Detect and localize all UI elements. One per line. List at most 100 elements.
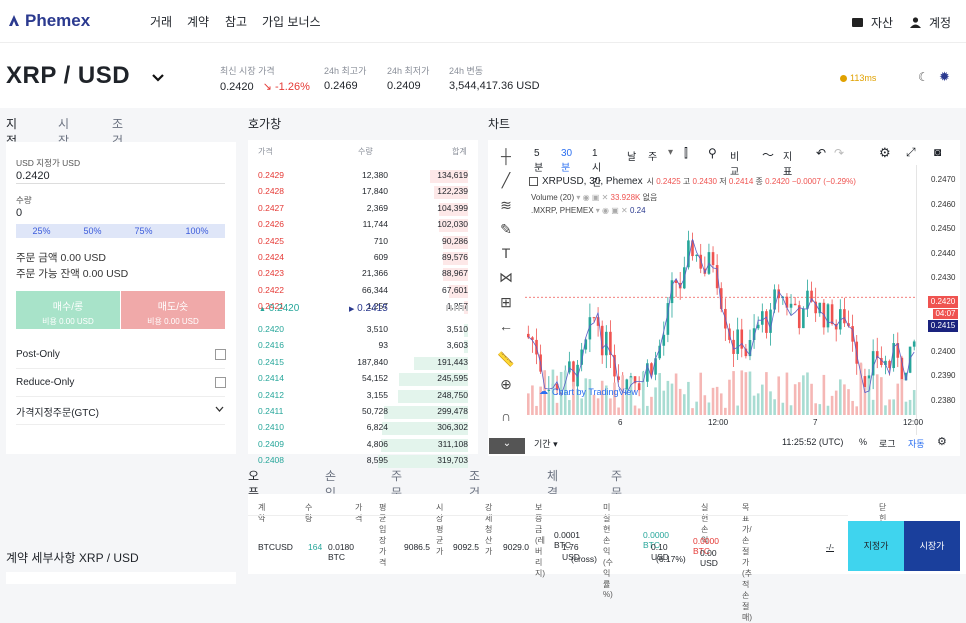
orderbook-row[interactable]: 0.2414 54,152 245,595 [258, 373, 468, 386]
volume-bar [806, 372, 809, 415]
volume-bar [678, 388, 682, 415]
crosshair-icon[interactable]: ┼ [497, 148, 515, 166]
interval-week[interactable]: 주 [648, 148, 657, 163]
collapse-legend-icon[interactable] [529, 177, 538, 186]
volume-bar [724, 407, 727, 415]
zoom-in-icon[interactable]: ⊕ [497, 376, 515, 394]
redo-icon[interactable]: ↷ [834, 146, 844, 160]
nav-assets[interactable]: 자산 [852, 14, 893, 31]
collapse-tools-icon[interactable]: ⌄ [489, 438, 525, 454]
phemex-logo[interactable]: Phemex [6, 11, 90, 31]
orderbook-row[interactable]: 0.2426 11,744 102,030 [258, 219, 468, 232]
volume-bar [728, 379, 731, 415]
orderbook-row[interactable]: 0.2416 93 3,603 [258, 340, 468, 353]
orderbook-row[interactable]: 0.2411 50,728 299,478 [258, 406, 468, 419]
measure-icon[interactable]: ⊞ [497, 294, 515, 312]
ob-total: 104,399 [437, 202, 468, 213]
sell-short-button[interactable]: 매도/숏 비용 0.00 USD [121, 291, 225, 329]
orderbook-row[interactable]: 0.2412 3,155 248,750 [258, 390, 468, 403]
chart-legend: XRPUSD, 30, Phemex 시 0.2425 고 0.2430 저 0… [529, 176, 856, 187]
close-market-button[interactable]: 시장가 [904, 521, 960, 571]
undo-icon[interactable]: ↶ [816, 146, 826, 160]
ob-header-qty: 수량 [358, 147, 373, 156]
compare-icon[interactable]: ⚲ [708, 146, 717, 160]
orderbook-row[interactable]: 0.2423 21,366 88,967 [258, 268, 468, 281]
nav-bonus[interactable]: 가입 보너스 [262, 13, 321, 30]
ob-qty: 50,728 [362, 406, 388, 416]
price-input[interactable]: 0.2420 [16, 170, 50, 182]
brush-icon[interactable]: ✎ [497, 221, 515, 239]
nav-account[interactable]: 계정 [910, 14, 951, 31]
volume-legend-label: Volume (20) [531, 193, 575, 202]
volume-bar [670, 383, 674, 415]
tradingview-watermark[interactable]: ☁ Chart by TradingView [539, 386, 638, 397]
text-icon[interactable]: T [497, 245, 515, 263]
arrow-left-icon[interactable]: ← [497, 318, 515, 336]
range-label: 기간 [534, 439, 551, 449]
volume-bar [802, 375, 805, 415]
ob-total: 88,967 [442, 268, 468, 279]
orderbook-row[interactable]: 0.2410 6,824 306,302 [258, 422, 468, 435]
magnet-icon[interactable]: ∩ [497, 408, 515, 426]
chevron-down-icon[interactable]: ▾ [668, 147, 673, 158]
fullscreen-icon[interactable]: ⤢ [906, 145, 916, 160]
orderbook-row[interactable]: 0.2424 609 89,576 [258, 252, 468, 265]
gear-icon[interactable]: ⚙ [879, 145, 891, 161]
orderbook-row[interactable]: 0.2425 710 90,286 [258, 236, 468, 249]
nav-reference[interactable]: 참고 [225, 13, 247, 30]
ob-qty: 4,806 [366, 438, 388, 449]
buy-long-button[interactable]: 매수/롱 비용 0.00 USD [16, 291, 120, 329]
percent-scale-toggle[interactable]: % [859, 437, 867, 447]
orderbook-row[interactable]: 0.2422 66,344 67,601 [258, 285, 468, 298]
tif-select[interactable]: 가격지정주문(GTC) [16, 404, 99, 419]
cell-liq: 9029.0 [503, 542, 529, 552]
qty-input[interactable]: 0 [16, 207, 22, 219]
pattern-icon[interactable]: ⋈ [497, 269, 515, 287]
chevron-down-icon[interactable] [215, 406, 224, 413]
sun-icon[interactable]: ✹ [939, 69, 950, 85]
volume-bar [855, 406, 859, 415]
candle [793, 303, 797, 306]
x-tick: 7 [813, 418, 818, 427]
fib-icon[interactable]: ≋ [497, 197, 515, 215]
depth-toggle-icon[interactable] [446, 305, 468, 311]
candle-type-icon[interactable]: ⫿ [684, 146, 688, 161]
volume-bar [818, 404, 822, 415]
orderbook-row[interactable]: 0.2427 2,369 104,399 [258, 203, 468, 216]
chevron-down-icon[interactable] [152, 73, 164, 83]
interval-day[interactable]: 날 [627, 148, 636, 163]
log-scale-toggle[interactable]: 로그 [879, 437, 896, 450]
auto-scale-toggle[interactable]: 자동 [908, 437, 925, 450]
candle [773, 289, 776, 310]
cell-tpsl[interactable]: -/- [826, 542, 834, 552]
ruler-icon[interactable]: 📏 [497, 351, 515, 369]
post-only-checkbox[interactable] [215, 349, 226, 360]
divider [16, 396, 225, 397]
orderbook-row[interactable]: 0.2428 17,840 122,239 [258, 186, 468, 199]
pair-title[interactable]: XRP / USD [6, 62, 130, 90]
orderbook-row[interactable]: 0.2420 3,510 3,510 [258, 324, 468, 337]
range-selector[interactable]: 기간 ▾ [534, 437, 558, 450]
low-value: 0.2409 [387, 80, 421, 92]
trendline-icon[interactable]: ╱ [497, 172, 515, 190]
indicators-icon[interactable]: 〜 [762, 146, 774, 163]
nav-contract[interactable]: 계약 [187, 13, 209, 30]
pct-100[interactable]: 100% [185, 226, 208, 236]
camera-icon[interactable]: ◙ [934, 145, 941, 159]
reduce-only-checkbox[interactable] [215, 377, 226, 388]
orderbook-row[interactable]: 0.2408 8,595 319,703 [258, 455, 468, 468]
moon-icon[interactable]: ☾ [918, 70, 929, 84]
close-limit-button[interactable]: 지정가 [848, 521, 904, 571]
orderbook-row[interactable]: 0.2415 187,840 191,443 [258, 357, 468, 370]
orderbook-row[interactable]: 0.2409 4,806 311,108 [258, 439, 468, 452]
gear-icon[interactable]: ⚙ [937, 435, 947, 448]
legend-close: 0.2420 [765, 177, 790, 186]
x-tick: 6 [618, 418, 623, 427]
pct-75[interactable]: 75% [134, 226, 152, 236]
nav-trade[interactable]: 거래 [150, 13, 172, 30]
cell-contract[interactable]: BTCUSD [258, 542, 293, 552]
orderbook-row[interactable]: 0.2429 12,380 134,619 [258, 170, 468, 183]
pct-50[interactable]: 50% [83, 226, 101, 236]
pct-25[interactable]: 25% [32, 226, 50, 236]
volume-bar [843, 384, 846, 415]
